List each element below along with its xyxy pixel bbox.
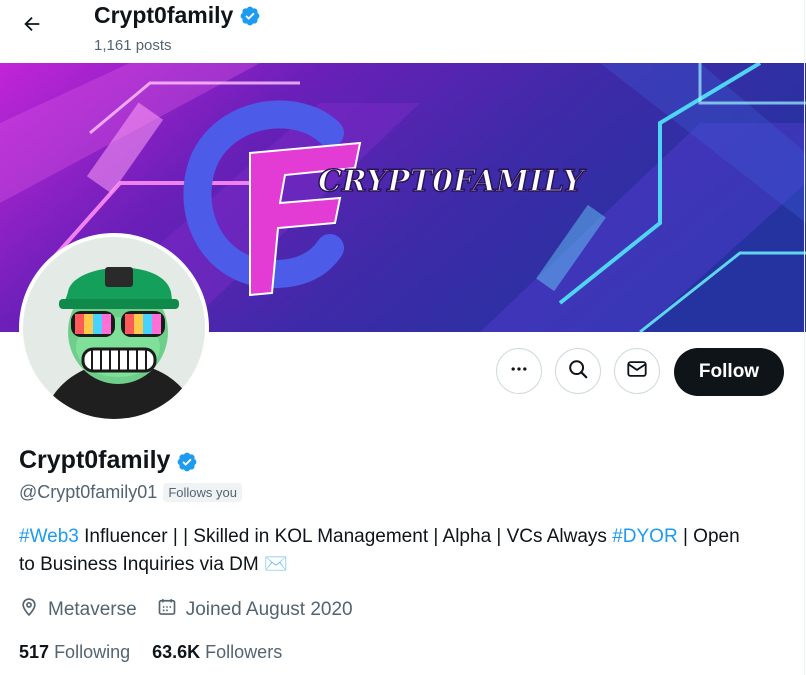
- profile-header: Crypt0family 1,161 posts: [0, 0, 806, 63]
- follow-stats: 517 Following 63.6K Followers: [19, 642, 282, 663]
- profile-meta: Metaverse Joined August 2020: [19, 597, 353, 623]
- search-icon: [567, 358, 589, 385]
- header-title: Crypt0family: [94, 2, 261, 29]
- verified-badge-icon: [239, 5, 261, 27]
- hashtag-link[interactable]: #Web3: [19, 526, 79, 547]
- calendar-icon: [157, 597, 177, 623]
- follow-button[interactable]: Follow: [674, 348, 784, 396]
- followers-label: Followers: [205, 642, 283, 662]
- location-item: Metaverse: [19, 597, 137, 623]
- verified-badge-icon[interactable]: [176, 450, 198, 472]
- envelope-icon: [626, 358, 648, 385]
- more-horizontal-icon: [509, 359, 529, 384]
- avatar-image: [23, 237, 205, 419]
- followers-count: 63.6K: [152, 642, 201, 662]
- display-name: Crypt0family: [19, 446, 171, 474]
- message-button[interactable]: [614, 348, 660, 394]
- handle-row: @Crypt0family01 Follows you: [19, 482, 242, 503]
- joined-item: Joined August 2020: [157, 597, 353, 623]
- profile-bio: #Web3 Influencer | | Skilled in KOL Mana…: [19, 523, 759, 579]
- following-link[interactable]: 517 Following: [19, 642, 130, 663]
- location-pin-icon: [19, 597, 39, 623]
- following-count: 517: [19, 642, 50, 662]
- username-handle: @Crypt0family01: [19, 482, 158, 502]
- avatar[interactable]: [19, 233, 209, 423]
- following-label: Following: [54, 642, 131, 662]
- banner-wordmark: CRYPT0FAMILY: [318, 164, 586, 199]
- arrow-left-icon: [21, 13, 43, 40]
- back-button[interactable]: [14, 8, 50, 44]
- bio-text: Influencer | | Skilled in KOL Management…: [78, 526, 613, 547]
- profile-name-row: Crypt0family: [19, 446, 198, 475]
- location-text: Metaverse: [48, 599, 137, 620]
- header-name: Crypt0family: [94, 2, 234, 28]
- hashtag-link[interactable]: #DYOR: [612, 526, 677, 547]
- post-count: 1,161 posts: [94, 37, 172, 54]
- joined-text: Joined August 2020: [185, 599, 353, 620]
- more-options-button[interactable]: [496, 348, 542, 394]
- column-divider: [804, 0, 805, 675]
- follows-you-badge: Follows you: [163, 483, 242, 502]
- followers-link[interactable]: 63.6K Followers: [152, 642, 282, 663]
- search-profile-button[interactable]: [555, 348, 601, 394]
